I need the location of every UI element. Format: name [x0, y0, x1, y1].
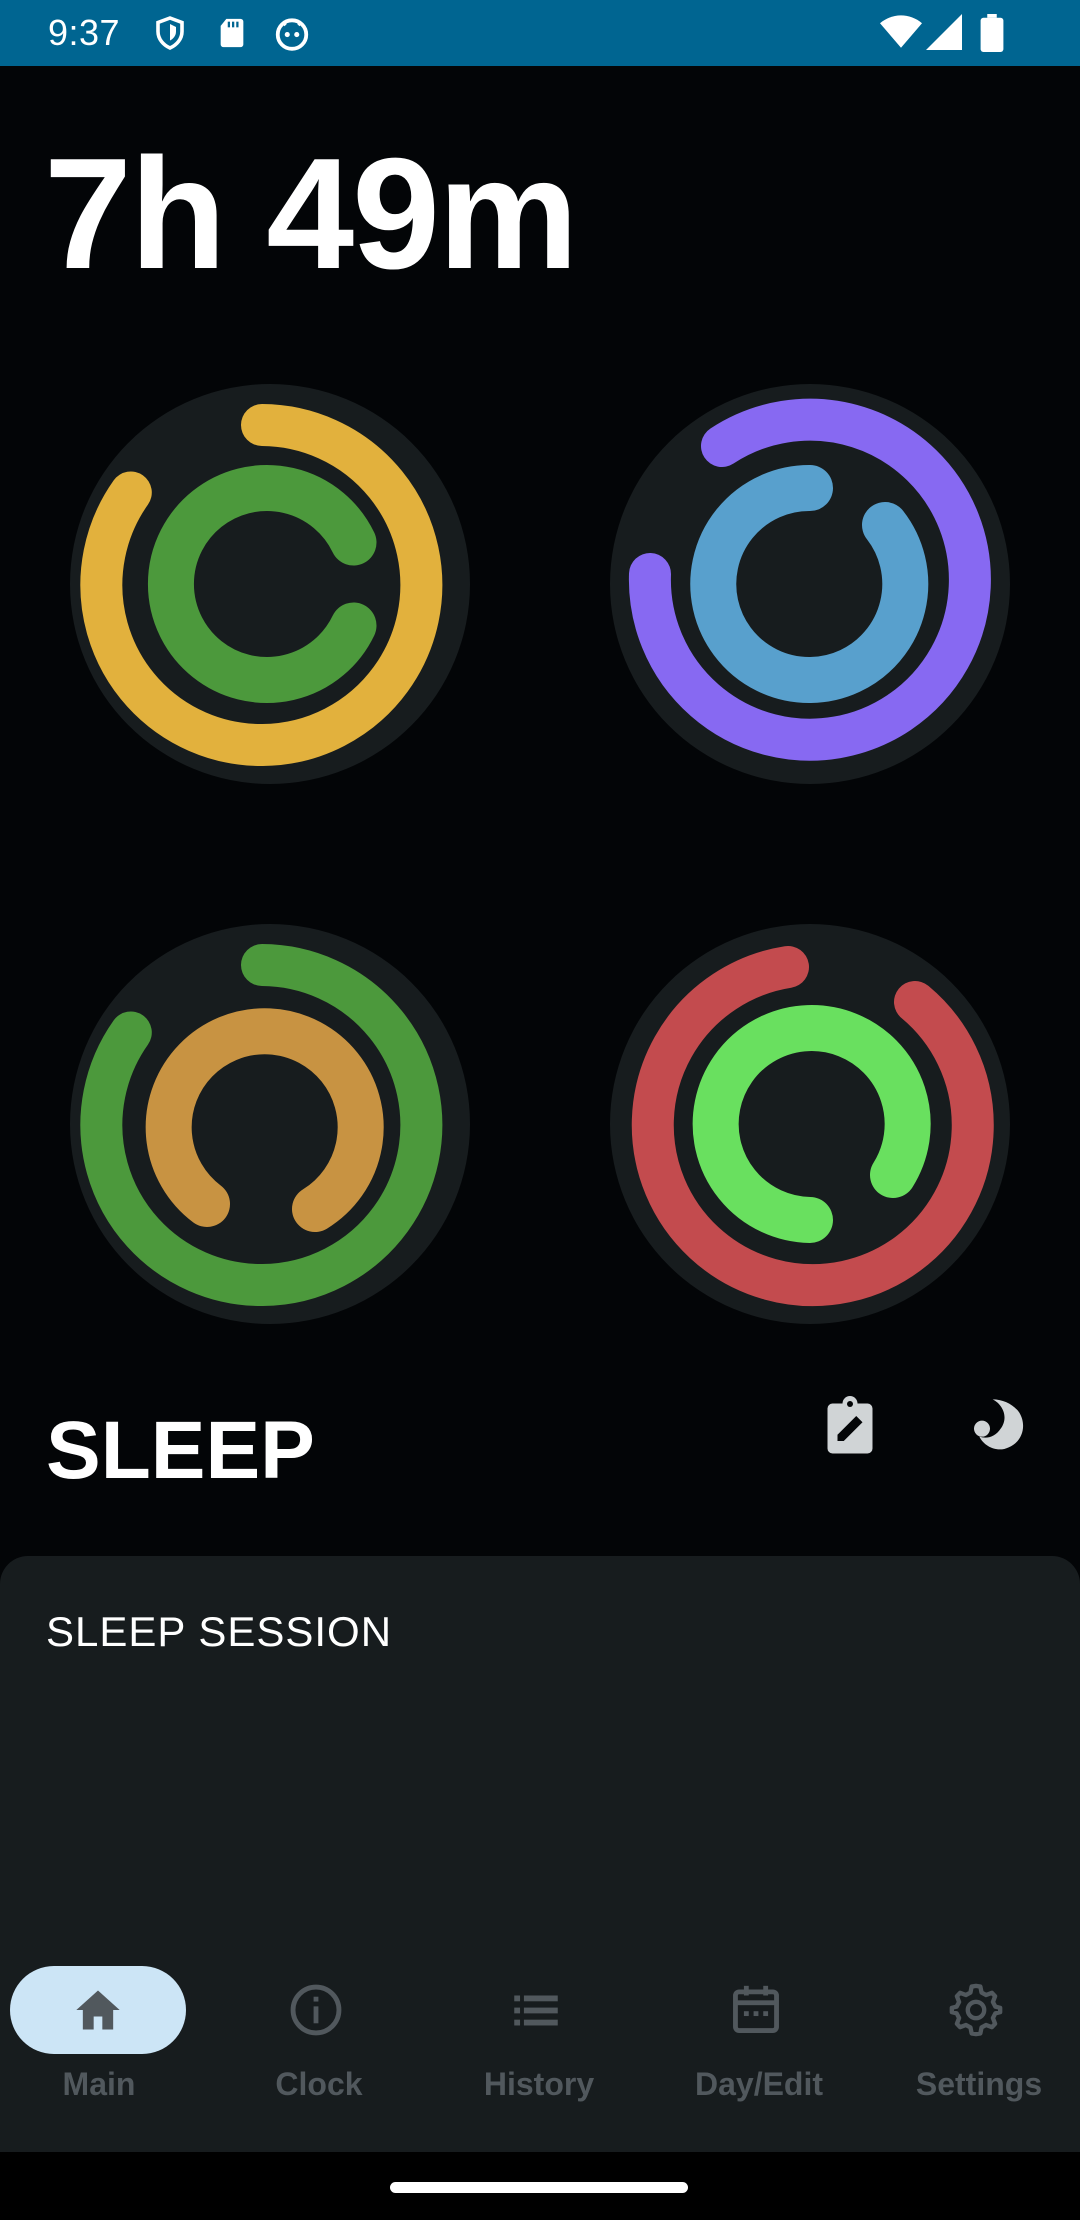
total-sleep-duration: 7h 49m	[44, 126, 579, 302]
wifi-icon	[880, 15, 922, 48]
android-debug-icon	[275, 18, 309, 51]
status-time: 9:37	[48, 12, 121, 53]
nav-label: Main	[62, 2066, 136, 2102]
nav-label: History	[483, 2066, 595, 2102]
shield-icon	[156, 16, 184, 50]
status-bar: 9:37	[0, 0, 1080, 66]
nav-label: Clock	[275, 2066, 363, 2102]
ring-chart-1	[70, 384, 470, 784]
nav-item-clock[interactable]: Clock	[220, 1966, 410, 2116]
ring-chart-2	[610, 384, 1010, 784]
info-icon	[290, 1984, 342, 2036]
list-icon	[514, 1995, 558, 2026]
sd-card-icon	[220, 18, 244, 48]
nav-label: Settings	[915, 2066, 1043, 2102]
nav-item-day-edit[interactable]: Day/Edit	[660, 1966, 850, 2116]
section-title: SLEEP	[46, 1405, 315, 1496]
nav-item-settings[interactable]: Settings	[880, 1966, 1070, 2116]
home-indicator[interactable]	[390, 2182, 688, 2193]
gear-icon	[949, 1983, 1003, 2037]
activity-ring-4[interactable]	[610, 924, 1010, 1324]
nav-item-history[interactable]: History	[440, 1966, 630, 2116]
activity-ring-1[interactable]	[70, 384, 470, 784]
ring-chart-4	[610, 924, 1010, 1324]
edit-clipboard-icon[interactable]	[820, 1396, 880, 1456]
battery-icon	[980, 14, 1004, 52]
home-icon	[76, 1990, 120, 2030]
nav-label: Day/Edit	[694, 2066, 824, 2102]
nav-item-main[interactable]: Main	[0, 1966, 190, 2116]
activity-ring-2[interactable]	[610, 384, 1010, 784]
activity-ring-3[interactable]	[70, 924, 470, 1324]
ring-chart-3	[70, 924, 470, 1324]
signal-icon	[926, 14, 962, 50]
card-title: SLEEP SESSION	[46, 1608, 393, 1655]
calendar-icon	[733, 1985, 779, 2033]
moon-icon[interactable]	[966, 1394, 1030, 1458]
